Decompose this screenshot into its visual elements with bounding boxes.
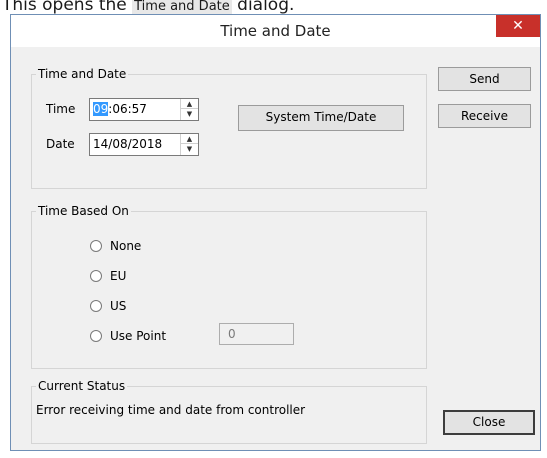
time-field[interactable]: 09:06:57 ▲ ▼: [89, 98, 199, 121]
window-title: Time and Date: [220, 22, 331, 40]
current-status-group: Current Status Error receiving time and …: [31, 379, 427, 444]
use-point-input[interactable]: 0: [219, 323, 294, 345]
radio-use-point-label: Use Point: [110, 329, 167, 343]
radio-us[interactable]: [90, 300, 102, 312]
use-point-value: 0: [228, 327, 236, 341]
time-based-on-group: Time Based On None EU US Use Point 0: [31, 204, 427, 369]
date-field[interactable]: 14/08/2018 ▲ ▼: [89, 133, 199, 156]
radio-use-point[interactable]: [90, 330, 102, 342]
date-spinner[interactable]: ▲ ▼: [180, 134, 198, 155]
close-window-icon[interactable]: ✕: [496, 15, 540, 37]
system-time-date-button[interactable]: System Time/Date: [238, 105, 404, 131]
time-and-date-group: Time and Date Time 09:06:57 ▲ ▼ Date 14/…: [31, 67, 427, 189]
send-button[interactable]: Send: [438, 67, 531, 91]
date-label: Date: [46, 137, 75, 151]
radio-eu[interactable]: [90, 270, 102, 282]
current-status-legend: Current Status: [36, 379, 128, 393]
time-label: Time: [46, 102, 76, 116]
caption-keyword: Time and Date: [132, 0, 232, 14]
time-and-date-dialog: Time and Date ✕ Time and Date Time 09:06…: [10, 14, 541, 451]
radio-none[interactable]: [90, 240, 102, 252]
time-hour-selected: 09: [93, 102, 109, 116]
date-value: 14/08/2018: [93, 137, 163, 151]
time-rest: :06:57: [108, 102, 147, 116]
spin-up-icon[interactable]: ▲: [181, 99, 198, 109]
spin-down-icon[interactable]: ▼: [181, 109, 198, 119]
time-and-date-legend: Time and Date: [36, 67, 129, 81]
status-message: Error receiving time and date from contr…: [36, 403, 306, 417]
close-button[interactable]: Close: [443, 410, 535, 435]
time-based-on-legend: Time Based On: [36, 204, 131, 218]
radio-none-label: None: [110, 239, 142, 253]
spin-up-icon[interactable]: ▲: [181, 134, 198, 144]
time-spinner[interactable]: ▲ ▼: [180, 99, 198, 120]
spin-down-icon[interactable]: ▼: [181, 144, 198, 154]
title-bar: Time and Date ✕: [11, 15, 540, 47]
receive-button[interactable]: Receive: [438, 104, 531, 128]
radio-eu-label: EU: [110, 269, 127, 283]
radio-us-label: US: [110, 299, 127, 313]
caption-text: This opens the Time and Date dialog.: [2, 0, 295, 15]
